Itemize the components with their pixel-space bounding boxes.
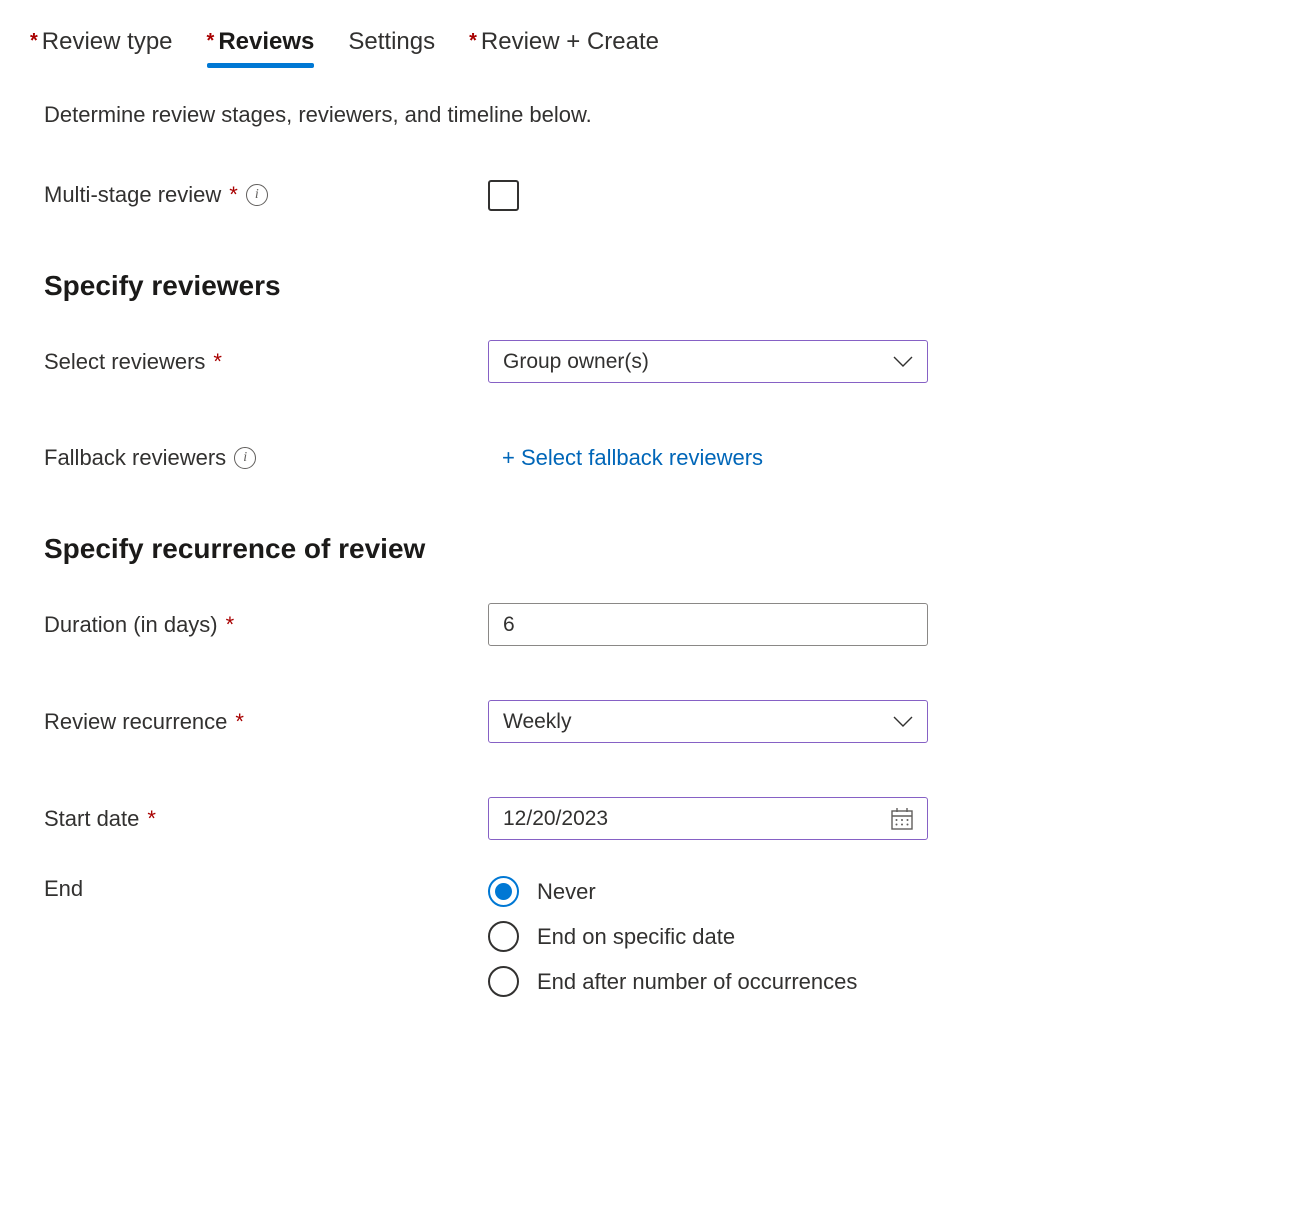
multi-stage-checkbox[interactable]: [488, 180, 519, 211]
tab-reviews[interactable]: * Reviews: [207, 28, 315, 64]
radio-indicator: [488, 876, 519, 907]
label-multi-stage: Multi-stage review * i: [44, 182, 488, 208]
label-text: Select reviewers: [44, 349, 205, 375]
row-start-date: Start date * 12/20/2023: [44, 797, 970, 840]
label-text: Start date: [44, 806, 139, 832]
chevron-down-icon: [893, 715, 913, 729]
row-fallback-reviewers: Fallback reviewers i + Select fallback r…: [44, 437, 970, 479]
end-radio-group: Never End on specific date End after num…: [488, 876, 928, 997]
tab-settings[interactable]: Settings: [348, 28, 435, 64]
select-fallback-link[interactable]: + Select fallback reviewers: [488, 445, 763, 470]
select-reviewers-dropdown[interactable]: Group owner(s): [488, 340, 928, 383]
radio-indicator: [488, 921, 519, 952]
radio-end-specific-date[interactable]: End on specific date: [488, 921, 928, 952]
label-text: Duration (in days): [44, 612, 218, 638]
info-icon[interactable]: i: [246, 184, 268, 206]
form-section: Multi-stage review * i Specify reviewers…: [30, 174, 970, 997]
label-end: End: [44, 876, 488, 902]
date-value: 12/20/2023: [503, 807, 608, 831]
tab-label: Review type: [42, 28, 173, 56]
label-fallback-reviewers: Fallback reviewers i: [44, 445, 488, 471]
duration-input-wrapper: [488, 603, 928, 646]
label-duration: Duration (in days) *: [44, 612, 488, 638]
radio-label: Never: [537, 879, 596, 905]
radio-end-never[interactable]: Never: [488, 876, 928, 907]
select-value: Weekly: [503, 710, 571, 734]
heading-specify-recurrence: Specify recurrence of review: [44, 533, 970, 565]
label-select-reviewers: Select reviewers *: [44, 349, 488, 375]
label-recurrence: Review recurrence *: [44, 709, 488, 735]
heading-specify-reviewers: Specify reviewers: [44, 270, 970, 302]
duration-input[interactable]: [503, 613, 913, 637]
select-value: Group owner(s): [503, 350, 649, 374]
row-recurrence: Review recurrence * Weekly: [44, 700, 970, 743]
row-end: End Never End on specific date End after…: [44, 876, 970, 997]
label-text: End: [44, 876, 83, 902]
label-text: Review recurrence: [44, 709, 227, 735]
tab-review-create[interactable]: * Review + Create: [469, 28, 659, 64]
row-select-reviewers: Select reviewers * Group owner(s): [44, 340, 970, 383]
tabs-bar: * Review type * Reviews Settings * Revie…: [30, 28, 1266, 64]
chevron-down-icon: [893, 355, 913, 369]
info-icon[interactable]: i: [234, 447, 256, 469]
row-multi-stage: Multi-stage review * i: [44, 174, 970, 216]
radio-label: End after number of occurrences: [537, 969, 857, 995]
tab-label: Reviews: [218, 28, 314, 56]
tab-review-type[interactable]: * Review type: [30, 28, 173, 64]
radio-label: End on specific date: [537, 924, 735, 950]
row-duration: Duration (in days) *: [44, 603, 970, 646]
label-text: Fallback reviewers: [44, 445, 226, 471]
start-date-input[interactable]: 12/20/2023: [488, 797, 928, 840]
page-description: Determine review stages, reviewers, and …: [30, 102, 1266, 128]
tab-label: Review + Create: [481, 28, 659, 56]
radio-indicator: [488, 966, 519, 997]
label-text: Multi-stage review: [44, 182, 221, 208]
calendar-icon[interactable]: [891, 808, 913, 830]
radio-end-occurrences[interactable]: End after number of occurrences: [488, 966, 928, 997]
tab-label: Settings: [348, 28, 435, 56]
label-start-date: Start date *: [44, 806, 488, 832]
recurrence-dropdown[interactable]: Weekly: [488, 700, 928, 743]
